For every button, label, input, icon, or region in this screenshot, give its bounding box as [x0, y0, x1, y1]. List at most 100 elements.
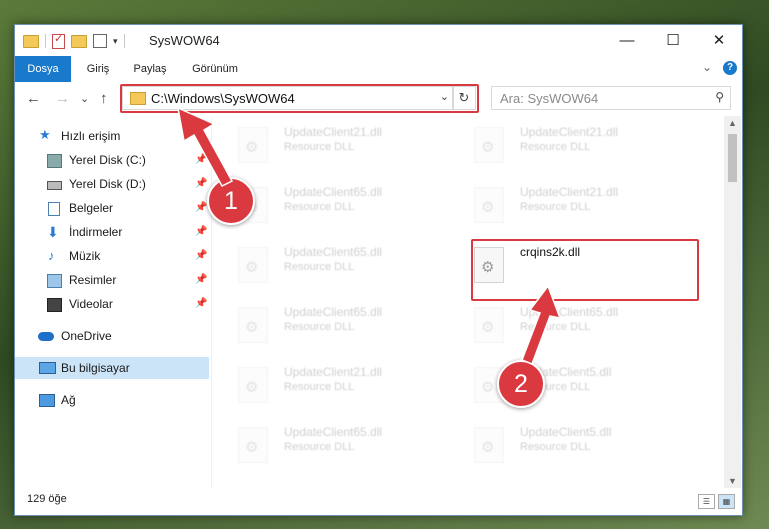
file-name: UpdateClient65.dll	[520, 305, 619, 319]
file-name: UpdateClient21.dll	[520, 185, 619, 199]
toolbar-divider	[45, 34, 46, 48]
sidebar-item-pictures[interactable]: Resimler 📌	[15, 269, 209, 291]
file-item[interactable]: UpdateClient21.dll Resource DLL	[472, 183, 672, 233]
file-item[interactable]: UpdateClient5.dll Resource DLL	[472, 423, 672, 473]
vertical-scrollbar[interactable]: ▲ ▼	[724, 116, 741, 488]
pin-icon[interactable]: 📌	[195, 197, 207, 219]
file-name: UpdateClient65.dll	[284, 305, 383, 319]
up-button[interactable]: ↑	[100, 90, 108, 107]
drive-icon	[47, 154, 62, 168]
file-name: UpdateClient21.dll	[520, 125, 619, 139]
file-type: Resource DLL	[520, 141, 591, 153]
pin-icon[interactable]: 📌	[195, 293, 207, 315]
quick-access-toolbar: ▾	[23, 32, 125, 50]
tab-share[interactable]: Paylaş	[125, 56, 175, 82]
back-button[interactable]: ←	[26, 90, 41, 107]
title-bar: ▾ SysWOW64 — ☐ ✕	[15, 25, 742, 56]
music-icon: ♪	[48, 248, 55, 263]
sidebar-item-this-pc[interactable]: Bu bilgisayar	[15, 357, 209, 379]
file-item[interactable]: UpdateClient21.dll Resource DLL	[472, 123, 672, 173]
file-type: Resource DLL	[284, 201, 355, 213]
file-item[interactable]: UpdateClient65.dll Resource DLL	[236, 303, 436, 353]
dll-file-icon	[238, 367, 268, 403]
tab-view[interactable]: Görünüm	[183, 56, 247, 82]
file-name: UpdateClient65.dll	[284, 245, 383, 259]
pin-icon[interactable]: 📌	[195, 245, 207, 267]
documents-icon	[48, 202, 60, 216]
maximize-button[interactable]: ☐	[650, 25, 696, 56]
file-type: Resource DLL	[520, 321, 591, 333]
navigation-pane: ★ Hızlı erişim Yerel Disk (C:) 📌 Yerel D…	[15, 118, 209, 488]
scrollbar-thumb[interactable]	[728, 134, 737, 182]
recent-locations-button[interactable]: ⌄	[80, 92, 89, 105]
sidebar-item-local-disk-d[interactable]: Yerel Disk (D:) 📌	[15, 173, 209, 195]
pin-icon[interactable]: 📌	[195, 221, 207, 243]
close-button[interactable]: ✕	[696, 25, 742, 56]
scroll-down-icon[interactable]: ▼	[728, 476, 737, 486]
drive-icon	[47, 181, 62, 190]
file-name: UpdateClient65.dll	[284, 185, 383, 199]
scroll-up-icon[interactable]: ▲	[728, 118, 737, 128]
search-input[interactable]: Ara: SysWOW64 ⚲	[491, 86, 731, 110]
large-icons-view-icon[interactable]: ▦	[718, 494, 735, 509]
file-item[interactable]: UpdateClient65.dll Resource DLL	[236, 183, 436, 233]
properties-check-icon[interactable]	[52, 32, 65, 49]
ribbon-expand-icon[interactable]: ⌄	[702, 60, 712, 74]
sidebar-item-label: Ağ	[61, 393, 76, 407]
sidebar-item-downloads[interactable]: ⬇ İndirmeler 📌	[15, 221, 209, 243]
file-type: Resource DLL	[284, 381, 355, 393]
sidebar-item-quick-access[interactable]: ★ Hızlı erişim	[15, 125, 209, 147]
address-highlight-box	[120, 84, 479, 113]
dll-file-icon	[474, 427, 504, 463]
help-icon[interactable]: ?	[723, 61, 737, 75]
file-item[interactable]: UpdateClient65.dll Resource DLL	[236, 423, 436, 473]
file-list: UpdateClient21.dll Resource DLL UpdateCl…	[212, 116, 724, 488]
step-1-marker: 1	[207, 177, 255, 225]
chevron-down-icon[interactable]: ▾	[113, 36, 118, 47]
window-title: SysWOW64	[149, 33, 220, 48]
file-item[interactable]: UpdateClient21.dll Resource DLL	[236, 363, 436, 413]
dll-file-icon	[474, 187, 504, 223]
search-icon[interactable]: ⚲	[715, 90, 724, 104]
pictures-icon	[47, 274, 62, 288]
network-icon	[39, 394, 55, 407]
tab-home[interactable]: Giriş	[73, 56, 123, 82]
minimize-button[interactable]: —	[604, 25, 650, 56]
sidebar-item-label: Yerel Disk (C:)	[69, 153, 146, 167]
file-type: Resource DLL	[520, 201, 591, 213]
file-highlight-box	[471, 239, 699, 301]
sidebar-item-local-disk-c[interactable]: Yerel Disk (C:) 📌	[15, 149, 209, 171]
customize-toolbar-icon[interactable]	[93, 34, 107, 48]
sidebar-item-documents[interactable]: Belgeler 📌	[15, 197, 209, 219]
file-item[interactable]: UpdateClient65.dll Resource DLL	[472, 303, 672, 353]
sidebar-item-music[interactable]: ♪ Müzik 📌	[15, 245, 209, 267]
cloud-icon	[38, 332, 54, 341]
dll-file-icon	[474, 307, 504, 343]
computer-icon	[39, 362, 56, 374]
sidebar-item-label: Belgeler	[69, 201, 114, 215]
sidebar-item-label: Bu bilgisayar	[61, 361, 130, 375]
forward-button[interactable]: →	[55, 90, 70, 107]
sidebar-item-label: İndirmeler	[69, 225, 123, 239]
file-type: Resource DLL	[284, 261, 355, 273]
pin-icon[interactable]: 📌	[195, 269, 207, 291]
sidebar-item-videos[interactable]: Videolar 📌	[15, 293, 209, 315]
new-folder-icon[interactable]	[71, 34, 87, 48]
sidebar-item-label: Hızlı erişim	[61, 129, 121, 143]
file-item[interactable]: UpdateClient65.dll Resource DLL	[236, 243, 436, 293]
file-item[interactable]: UpdateClient21.dll Resource DLL	[236, 123, 436, 173]
videos-icon	[47, 298, 62, 312]
file-name: UpdateClient21.dll	[284, 125, 383, 139]
dll-file-icon	[238, 427, 268, 463]
folder-icon	[23, 34, 39, 48]
step-2-marker: 2	[497, 360, 545, 408]
sidebar-item-network[interactable]: Ağ	[15, 389, 209, 411]
sidebar-item-onedrive[interactable]: OneDrive	[15, 325, 209, 347]
file-type: Resource DLL	[284, 321, 355, 333]
file-name: UpdateClient21.dll	[284, 365, 383, 379]
sidebar-item-label: Videolar	[69, 297, 113, 311]
details-view-icon[interactable]: ☰	[698, 494, 715, 509]
pin-icon[interactable]: 📌	[195, 173, 207, 195]
download-icon: ⬇	[47, 224, 59, 240]
pin-icon[interactable]: 📌	[195, 149, 207, 171]
